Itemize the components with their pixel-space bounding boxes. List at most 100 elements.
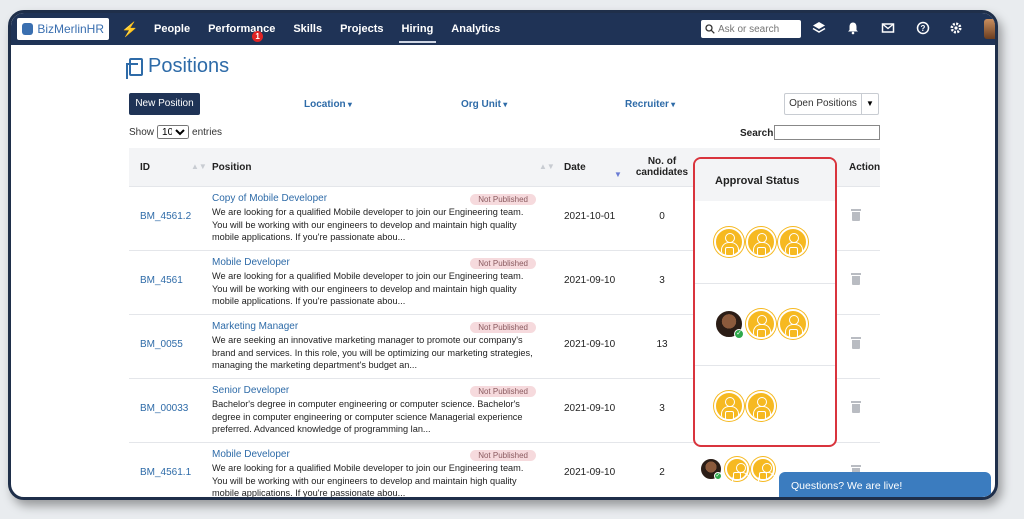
position-cell: Senior Developer Not Published Bachelor'… xyxy=(212,385,536,436)
status-badge: Not Published xyxy=(470,450,536,461)
app-window: BizMerlinHR ⚡ People Performance 1 Skills… xyxy=(8,10,998,500)
nav-item-hiring[interactable]: Hiring xyxy=(393,13,443,45)
position-date: 2021-09-10 xyxy=(564,403,616,414)
bell-icon[interactable] xyxy=(845,21,861,37)
pending-approver-avatar[interactable] xyxy=(746,391,776,421)
trash-icon[interactable] xyxy=(851,337,861,349)
approved-approver-avatar[interactable]: ✓ xyxy=(714,309,744,339)
position-description: We are looking for a qualified Mobile de… xyxy=(212,207,524,242)
org-unit-filter[interactable]: Org Unit xyxy=(461,99,507,110)
nav-item-skills[interactable]: Skills xyxy=(284,13,331,45)
page-title-text: Positions xyxy=(148,55,230,77)
nav-item-performance[interactable]: Performance 1 xyxy=(199,13,284,45)
pending-icon xyxy=(725,247,734,256)
sort-desc-icon[interactable]: ▼ xyxy=(614,170,622,179)
position-id-link[interactable]: BM_4561 xyxy=(140,275,183,286)
global-search[interactable] xyxy=(701,20,801,38)
nav-menu: People Performance 1 Skills Projects Hiri… xyxy=(145,13,509,45)
approved-approver-avatar[interactable]: ✓ xyxy=(699,457,723,481)
nav-item-people[interactable]: People xyxy=(145,13,199,45)
status-badge: Not Published xyxy=(470,386,536,397)
nav-item-analytics[interactable]: Analytics xyxy=(442,13,509,45)
search-icon xyxy=(705,24,715,34)
position-id-link[interactable]: BM_4561.2 xyxy=(140,211,191,222)
trash-icon[interactable] xyxy=(851,401,861,413)
pending-approver-avatar[interactable] xyxy=(714,227,744,257)
pending-approver-avatar[interactable] xyxy=(746,309,776,339)
entries-select[interactable]: 10 xyxy=(157,125,190,139)
column-header-candidates[interactable]: No. of candidates xyxy=(634,148,690,186)
pending-approver-avatar[interactable] xyxy=(725,457,750,483)
global-search-input[interactable] xyxy=(718,23,798,35)
position-cell: Mobile Developer Not Published We are lo… xyxy=(212,257,536,308)
pending-approver-avatar[interactable] xyxy=(778,227,808,257)
position-description: Bachelor's degree in computer engineerin… xyxy=(212,399,523,434)
column-header-date[interactable]: Date xyxy=(564,148,586,186)
gear-icon[interactable] xyxy=(948,21,964,37)
layers-icon[interactable] xyxy=(811,21,827,37)
header-label: Action xyxy=(849,161,881,173)
page-title: Positions xyxy=(126,55,230,79)
user-avatar[interactable] xyxy=(984,19,995,39)
header-label: ID xyxy=(140,161,150,173)
quick-actions-icon[interactable]: ⚡ xyxy=(121,21,138,38)
trash-icon[interactable] xyxy=(851,209,861,221)
position-description: We are seeking an innovative marketing m… xyxy=(212,335,533,370)
column-header-approval: Approval Status xyxy=(695,159,835,201)
candidate-count[interactable]: 3 xyxy=(634,403,690,414)
new-position-button[interactable]: New Position xyxy=(129,93,200,115)
status-badge: Not Published xyxy=(470,258,536,269)
location-filter[interactable]: Location xyxy=(304,99,352,110)
help-icon[interactable]: ? xyxy=(915,21,931,37)
approval-status-highlight: Approval Status ✓ xyxy=(693,157,837,447)
live-chat-button[interactable]: Questions? We are live! xyxy=(779,472,991,497)
position-description: We are looking for a qualified Mobile de… xyxy=(212,463,524,498)
nav-label: Hiring xyxy=(401,23,434,35)
logo-icon xyxy=(22,23,34,35)
status-select[interactable]: Open Positions xyxy=(784,93,862,115)
pending-icon xyxy=(789,329,798,338)
mail-icon[interactable] xyxy=(880,21,896,37)
position-date: 2021-09-10 xyxy=(564,275,616,286)
pending-icon xyxy=(725,411,734,420)
logo[interactable]: BizMerlinHR xyxy=(17,18,109,40)
nav-label: Analytics xyxy=(451,23,501,35)
entries-control: Show 10 entries xyxy=(129,125,222,139)
pending-approver-avatar[interactable] xyxy=(746,227,776,257)
pending-approver-avatar[interactable] xyxy=(751,457,776,483)
position-id-link[interactable]: BM_00033 xyxy=(140,403,188,414)
candidate-count[interactable]: 0 xyxy=(634,211,690,222)
table-search-input[interactable] xyxy=(774,125,880,140)
nav-item-projects[interactable]: Projects xyxy=(331,13,392,45)
check-icon: ✓ xyxy=(714,472,722,480)
svg-text:?: ? xyxy=(921,24,926,33)
trash-icon[interactable] xyxy=(851,273,861,285)
sort-icon[interactable]: ▲▼ xyxy=(539,162,555,171)
row-divider xyxy=(695,283,835,284)
recruiter-filter[interactable]: Recruiter xyxy=(625,99,675,110)
candidate-count[interactable]: 3 xyxy=(634,275,690,286)
chevron-down-icon[interactable]: ▼ xyxy=(862,93,879,115)
row-divider xyxy=(695,365,835,366)
column-header-position[interactable]: Position xyxy=(212,148,251,186)
top-navbar: BizMerlinHR ⚡ People Performance 1 Skills… xyxy=(11,13,995,45)
position-date: 2021-10-01 xyxy=(564,211,616,222)
header-label: No. of candidates xyxy=(635,156,689,178)
sort-icon[interactable]: ▲▼ xyxy=(191,162,207,171)
nav-label: Skills xyxy=(293,23,323,35)
nav-label: Performance xyxy=(208,23,276,35)
header-label: Date xyxy=(564,161,586,173)
candidate-count[interactable]: 13 xyxy=(634,339,690,350)
status-badge: Not Published xyxy=(470,322,536,333)
position-cell: Mobile Developer Not Published We are lo… xyxy=(212,449,536,498)
pending-approver-avatar[interactable] xyxy=(778,309,808,339)
column-header-action: Action xyxy=(849,148,880,186)
candidate-count[interactable]: 2 xyxy=(634,467,690,478)
position-id-link[interactable]: BM_4561.1 xyxy=(140,467,191,478)
position-description: We are looking for a qualified Mobile de… xyxy=(212,271,524,306)
position-id-link[interactable]: BM_0055 xyxy=(140,339,183,350)
pending-icon xyxy=(757,329,766,338)
column-header-id[interactable]: ID xyxy=(140,148,150,186)
status-badge: Not Published xyxy=(470,194,536,205)
pending-approver-avatar[interactable] xyxy=(714,391,744,421)
